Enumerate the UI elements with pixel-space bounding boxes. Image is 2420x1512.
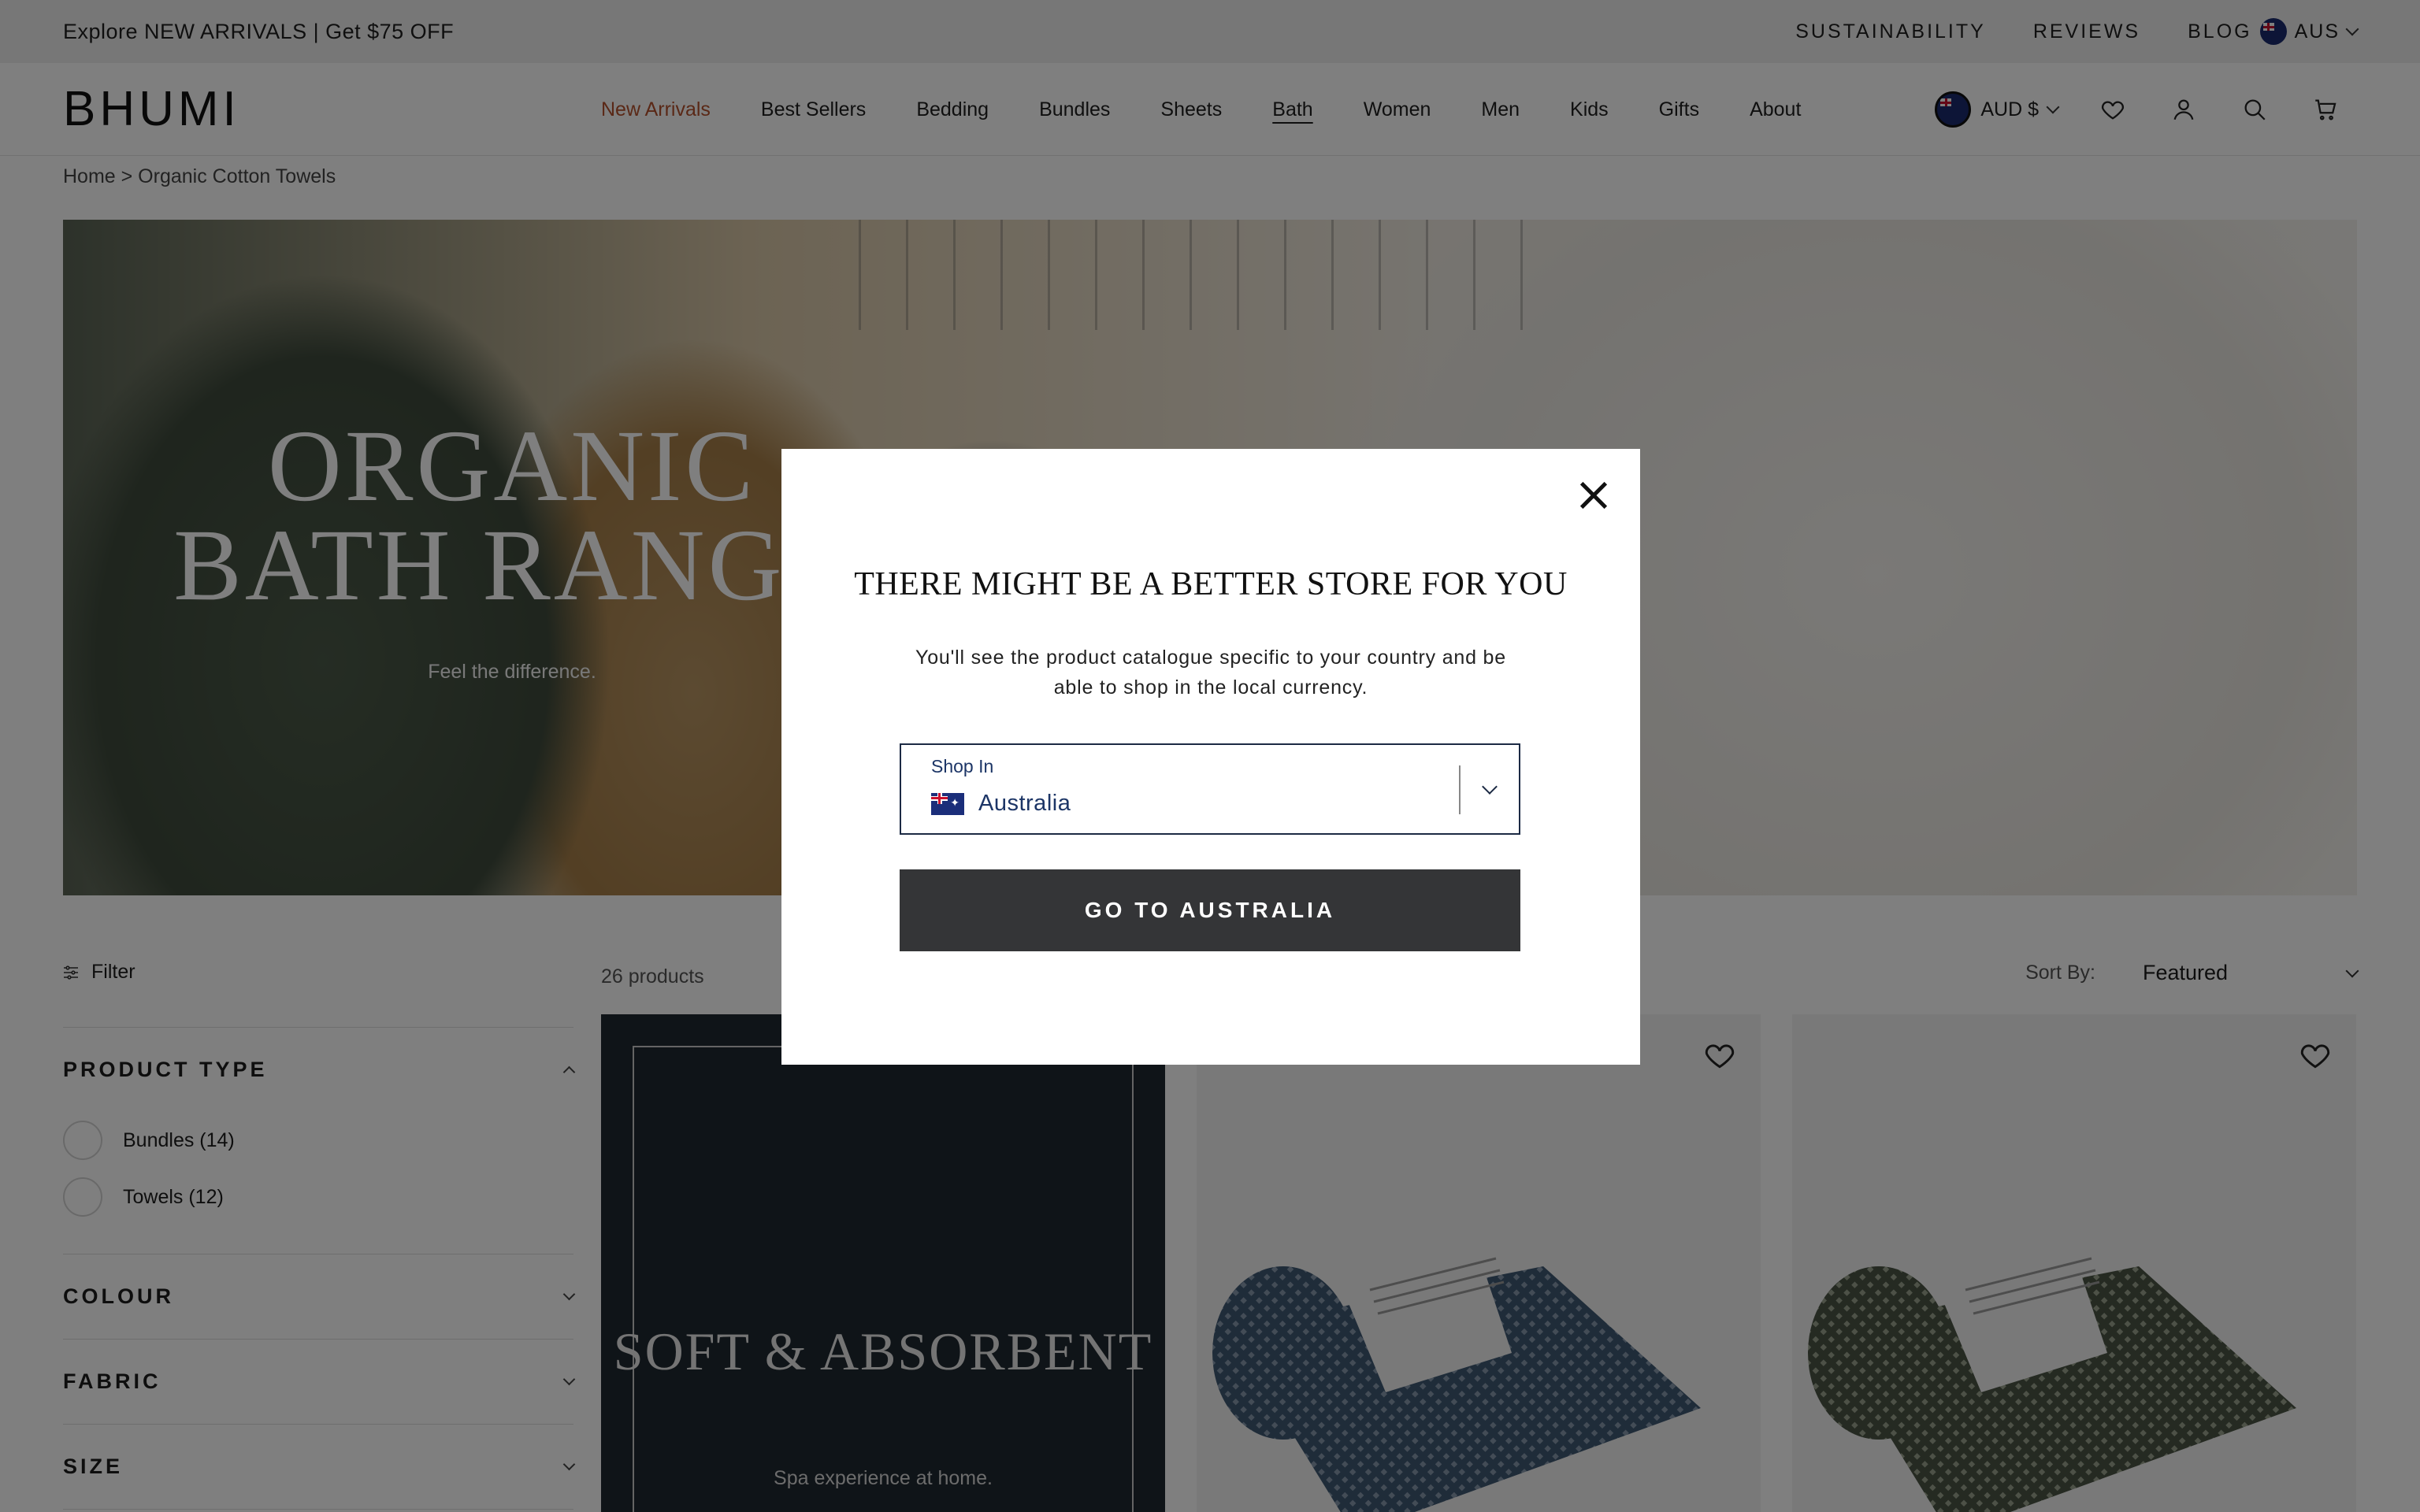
select-value: Australia	[978, 791, 1071, 816]
modal-title: THERE MIGHT BE A BETTER STORE FOR YOU	[854, 566, 1568, 602]
select-divider	[1459, 765, 1461, 814]
select-value-row: Australia	[931, 791, 1071, 817]
go-to-store-button[interactable]: GO TO AUSTRALIA	[900, 869, 1520, 951]
store-selector-modal: THERE MIGHT BE A BETTER STORE FOR YOU Yo…	[781, 449, 1640, 1065]
select-label: Shop In	[931, 756, 994, 776]
chevron-down-icon[interactable]	[1482, 779, 1498, 795]
close-icon[interactable]	[1576, 477, 1612, 513]
country-select[interactable]: Shop In Australia	[900, 743, 1520, 835]
modal-message: You'll see the product catalogue specifi…	[915, 647, 1506, 699]
australia-flag-icon	[931, 792, 964, 815]
